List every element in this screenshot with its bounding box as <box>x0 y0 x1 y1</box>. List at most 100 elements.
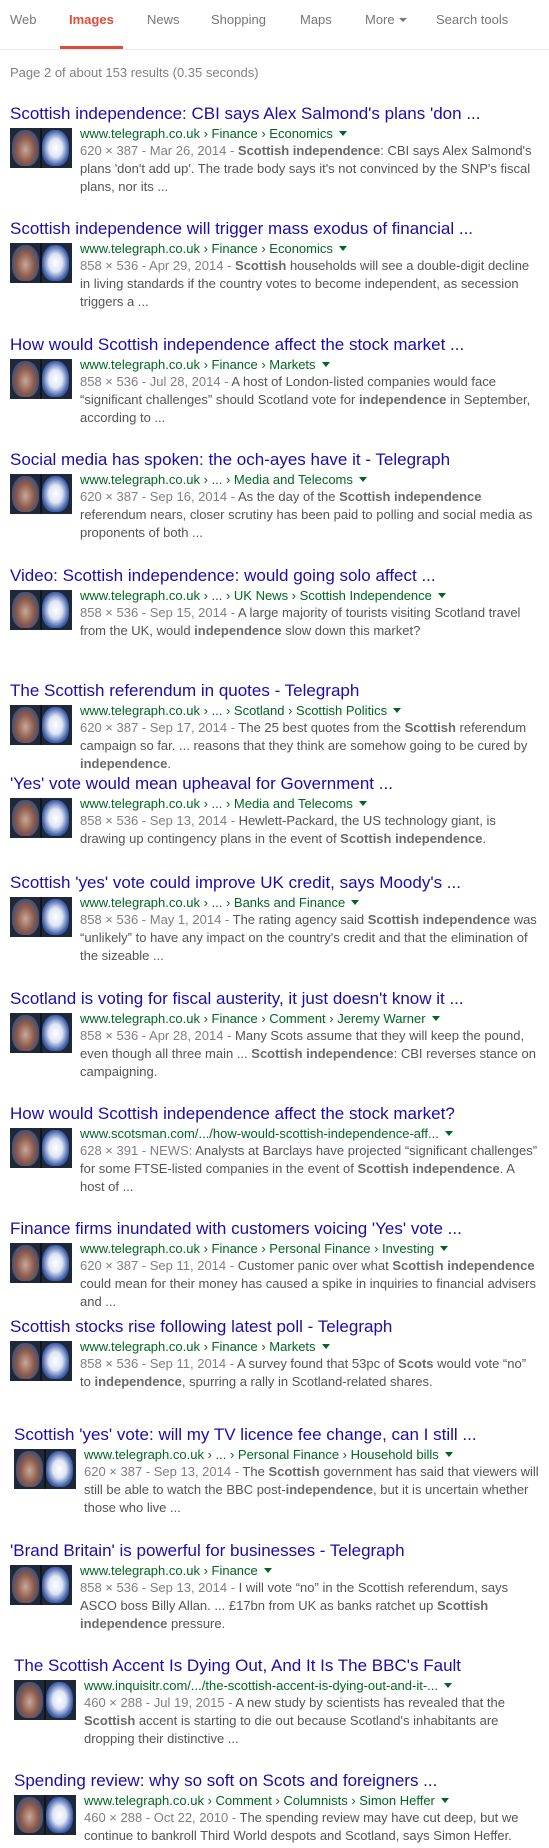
result-title-link[interactable]: 'Brand Britain' is powerful for business… <box>10 1541 540 1561</box>
result-stats: Page 2 of about 153 results (0.35 second… <box>10 65 259 80</box>
result-thumbnail[interactable] <box>10 590 72 630</box>
thumbnail-face-right <box>42 1343 69 1379</box>
result-url: www.telegraph.co.uk › ... › Banks and Fi… <box>80 895 540 911</box>
result-url-text: www.telegraph.co.uk › ... › UK News › Sc… <box>80 588 432 603</box>
url-dropdown-icon[interactable] <box>444 1683 453 1688</box>
result-title-link[interactable]: Scotland is voting for fiscal austerity,… <box>10 989 540 1009</box>
thumbnail-face-left <box>16 1797 43 1833</box>
result-title-link[interactable]: Scottish 'yes' vote could improve UK cre… <box>10 873 540 893</box>
url-dropdown-icon[interactable] <box>358 801 367 806</box>
result-title-link[interactable]: Spending review: why so soft on Scots an… <box>14 1771 544 1791</box>
result-url-text: www.telegraph.co.uk › Finance › Personal… <box>80 1241 435 1256</box>
result-thumbnail[interactable] <box>10 359 72 399</box>
result-url-text: www.telegraph.co.uk › Finance › Economic… <box>80 241 333 256</box>
thumbnail-face-right <box>46 1797 73 1833</box>
thumbnail-face-left <box>12 361 39 397</box>
result-title-link[interactable]: Scottish independence: CBI says Alex Sal… <box>10 104 540 124</box>
result-url: www.telegraph.co.uk › ... › Media and Te… <box>80 796 540 812</box>
result-thumbnail[interactable] <box>10 798 72 838</box>
result-thumbnail[interactable] <box>10 1243 72 1283</box>
url-dropdown-icon[interactable] <box>351 900 360 905</box>
result-meta: 460 × 288 - Oct 22, 2010 - <box>84 1810 240 1825</box>
result-thumbnail[interactable] <box>10 128 72 168</box>
url-dropdown-icon[interactable] <box>338 131 347 136</box>
url-dropdown-icon[interactable] <box>393 708 402 713</box>
result-thumbnail[interactable] <box>10 1565 72 1605</box>
result-title-link[interactable]: The Scottish referendum in quotes - Tele… <box>10 681 540 701</box>
url-dropdown-icon[interactable] <box>437 593 446 598</box>
url-dropdown-icon[interactable] <box>338 246 347 251</box>
tab-more[interactable]: More <box>365 12 407 28</box>
thumbnail-face-right <box>42 130 69 166</box>
result-title-link[interactable]: The Scottish Accent Is Dying Out, And It… <box>14 1656 544 1676</box>
result-title-link[interactable]: How would Scottish independence affect t… <box>10 1104 540 1124</box>
result-body: www.telegraph.co.uk › Finance › Comment … <box>80 1011 540 1081</box>
tab-maps[interactable]: Maps <box>300 12 332 28</box>
result-thumbnail[interactable] <box>10 1341 72 1381</box>
result-title-link[interactable]: Finance firms inundated with customers v… <box>10 1219 540 1239</box>
result-title-link[interactable]: 'Yes' vote would mean upheaval for Gover… <box>10 774 540 794</box>
result-snippet: 858 × 536 - Apr 28, 2014 - Many Scots as… <box>80 1027 540 1081</box>
result-url-text: www.telegraph.co.uk › Comment › Columnis… <box>84 1793 435 1808</box>
tab-search-tools[interactable]: Search tools <box>436 12 508 28</box>
result-url-text: www.scotsman.com/.../how-would-scottish-… <box>80 1126 439 1141</box>
result-snippet: 858 × 536 - Sep 13, 2014 - I will vote “… <box>80 1579 540 1633</box>
result-item: Scottish 'yes' vote: will my TV licence … <box>14 1425 544 1521</box>
thumbnail-face-right <box>46 1682 73 1718</box>
thumbnail-face-left <box>12 800 39 836</box>
result-meta: 620 × 387 - Mar 26, 2014 - <box>80 143 238 158</box>
result-title-link[interactable]: Social media has spoken: the och-ayes ha… <box>10 450 540 470</box>
result-url: www.telegraph.co.uk › ... › Media and Te… <box>80 472 540 488</box>
result-url-text: www.telegraph.co.uk › Finance › Comment … <box>80 1011 426 1026</box>
result-item: Video: Scottish independence: would goin… <box>10 566 540 662</box>
result-thumbnail[interactable] <box>14 1449 76 1489</box>
result-thumbnail[interactable] <box>10 897 72 937</box>
result-title-link[interactable]: Scottish 'yes' vote: will my TV licence … <box>14 1425 544 1445</box>
thumbnail-face-left <box>12 130 39 166</box>
result-meta: 858 × 536 - May 1, 2014 - <box>80 912 233 927</box>
result-body: www.telegraph.co.uk › Finance › Economic… <box>80 126 540 196</box>
result-snippet: 858 × 536 - Sep 15, 2014 - A large major… <box>80 604 540 640</box>
result-thumbnail[interactable] <box>10 1128 72 1168</box>
url-dropdown-icon[interactable] <box>263 1568 272 1573</box>
result-snippet: 628 × 391 - NEWS: Analysts at Barclays h… <box>80 1142 540 1196</box>
result-url: www.telegraph.co.uk › Finance › Personal… <box>80 1241 540 1257</box>
result-title-link[interactable]: Scottish stocks rise following latest po… <box>10 1317 540 1337</box>
result-title-link[interactable]: Scottish independence will trigger mass … <box>10 219 540 239</box>
result-snippet: 620 × 387 - Sep 11, 2014 - Customer pani… <box>80 1257 540 1311</box>
result-url-text: www.telegraph.co.uk › Finance › Markets <box>80 357 316 372</box>
url-dropdown-icon[interactable] <box>444 1131 453 1136</box>
result-snippet: 620 × 387 - Sep 17, 2014 - The 25 best q… <box>80 719 540 773</box>
url-dropdown-icon[interactable] <box>440 1246 449 1251</box>
thumbnail-face-left <box>16 1451 43 1487</box>
result-thumbnail[interactable] <box>14 1795 76 1835</box>
result-thumbnail[interactable] <box>10 474 72 514</box>
result-title-link[interactable]: Video: Scottish independence: would goin… <box>10 566 540 586</box>
url-dropdown-icon[interactable] <box>444 1452 453 1457</box>
result-url: www.telegraph.co.uk › ... › Scotland › S… <box>80 703 540 719</box>
result-url-text: www.telegraph.co.uk › ... › Scotland › S… <box>80 703 388 718</box>
tab-web[interactable]: Web <box>10 12 37 28</box>
result-item: Scotland is voting for fiscal austerity,… <box>10 989 540 1085</box>
thumbnail-face-left <box>12 592 39 628</box>
tab-images[interactable]: Images <box>69 12 114 28</box>
result-thumbnail[interactable] <box>10 243 72 283</box>
url-dropdown-icon[interactable] <box>321 362 330 367</box>
result-url: www.telegraph.co.uk › Finance › Economic… <box>80 126 540 142</box>
result-thumbnail[interactable] <box>14 1680 76 1720</box>
url-dropdown-icon[interactable] <box>358 477 367 482</box>
result-thumbnail[interactable] <box>10 1013 72 1053</box>
tab-shopping[interactable]: Shopping <box>211 12 266 28</box>
thumbnail-face-left <box>12 1130 39 1166</box>
result-thumbnail[interactable] <box>10 705 72 745</box>
url-dropdown-icon[interactable] <box>321 1344 330 1349</box>
result-snippet: 620 × 387 - Sep 13, 2014 - The Scottish … <box>84 1463 544 1517</box>
result-body: www.scotsman.com/.../how-would-scottish-… <box>80 1126 540 1196</box>
result-title-link[interactable]: How would Scottish independence affect t… <box>10 335 540 355</box>
url-dropdown-icon[interactable] <box>440 1798 449 1803</box>
url-dropdown-icon[interactable] <box>431 1016 440 1021</box>
thumbnail-face-right <box>42 1130 69 1166</box>
result-body: www.telegraph.co.uk › Comment › Columnis… <box>84 1793 544 1845</box>
result-body: www.telegraph.co.uk › Finance › Markets 8… <box>80 357 540 427</box>
tab-news[interactable]: News <box>147 12 180 28</box>
